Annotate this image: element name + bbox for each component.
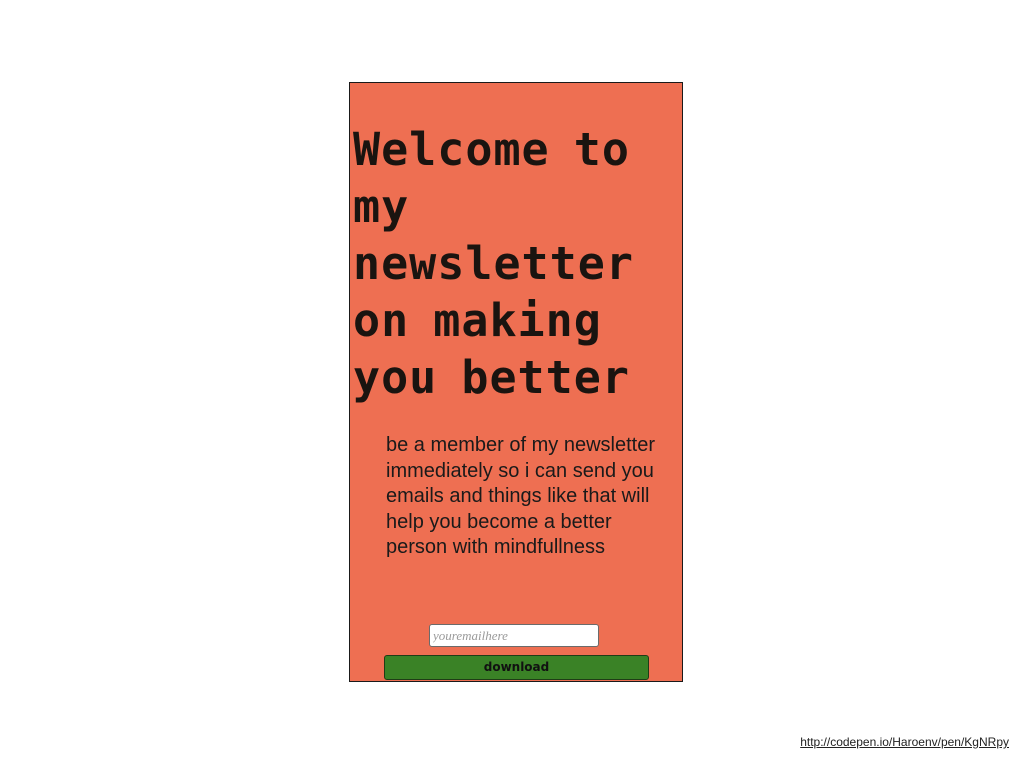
newsletter-card: Welcome to my newsletter on making you b…: [349, 82, 683, 682]
newsletter-description: be a member of my newsletter immediately…: [386, 434, 655, 558]
email-input[interactable]: [429, 624, 599, 647]
headline: Welcome to my newsletter on making you b…: [353, 123, 634, 404]
source-link[interactable]: http://codepen.io/Haroenv/pen/KgNRpy: [800, 735, 1009, 749]
slide: Welcome to my newsletter on making you b…: [0, 0, 1024, 768]
download-button[interactable]: download: [384, 655, 649, 680]
